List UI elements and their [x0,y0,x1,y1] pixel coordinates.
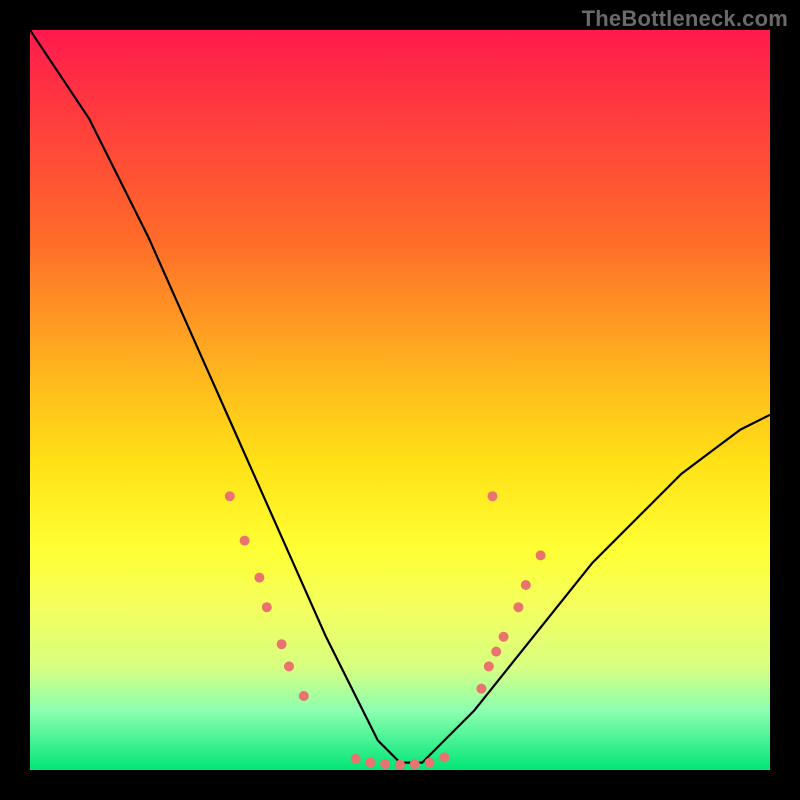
chart-frame: TheBottleneck.com [0,0,800,800]
marker-point [491,647,501,657]
marker-point [425,758,435,768]
marker-point [521,580,531,590]
marker-point [277,639,287,649]
marker-point [254,573,264,583]
watermark-label: TheBottleneck.com [582,6,788,32]
marker-point [380,759,390,769]
curve-layer [30,30,770,770]
marker-point [499,632,509,642]
marker-point [484,661,494,671]
marker-point [284,661,294,671]
marker-point [395,760,405,770]
marker-point [513,602,523,612]
marker-point [365,758,375,768]
marker-point [225,491,235,501]
marker-point [351,754,361,764]
marker-point [262,602,272,612]
marker-point [410,759,420,769]
bottleneck-curve [30,30,770,763]
marker-point [536,550,546,560]
marker-point [240,536,250,546]
marker-point [488,491,498,501]
plot-area [30,30,770,770]
marker-point [476,684,486,694]
marker-point [439,752,449,762]
marker-point [299,691,309,701]
